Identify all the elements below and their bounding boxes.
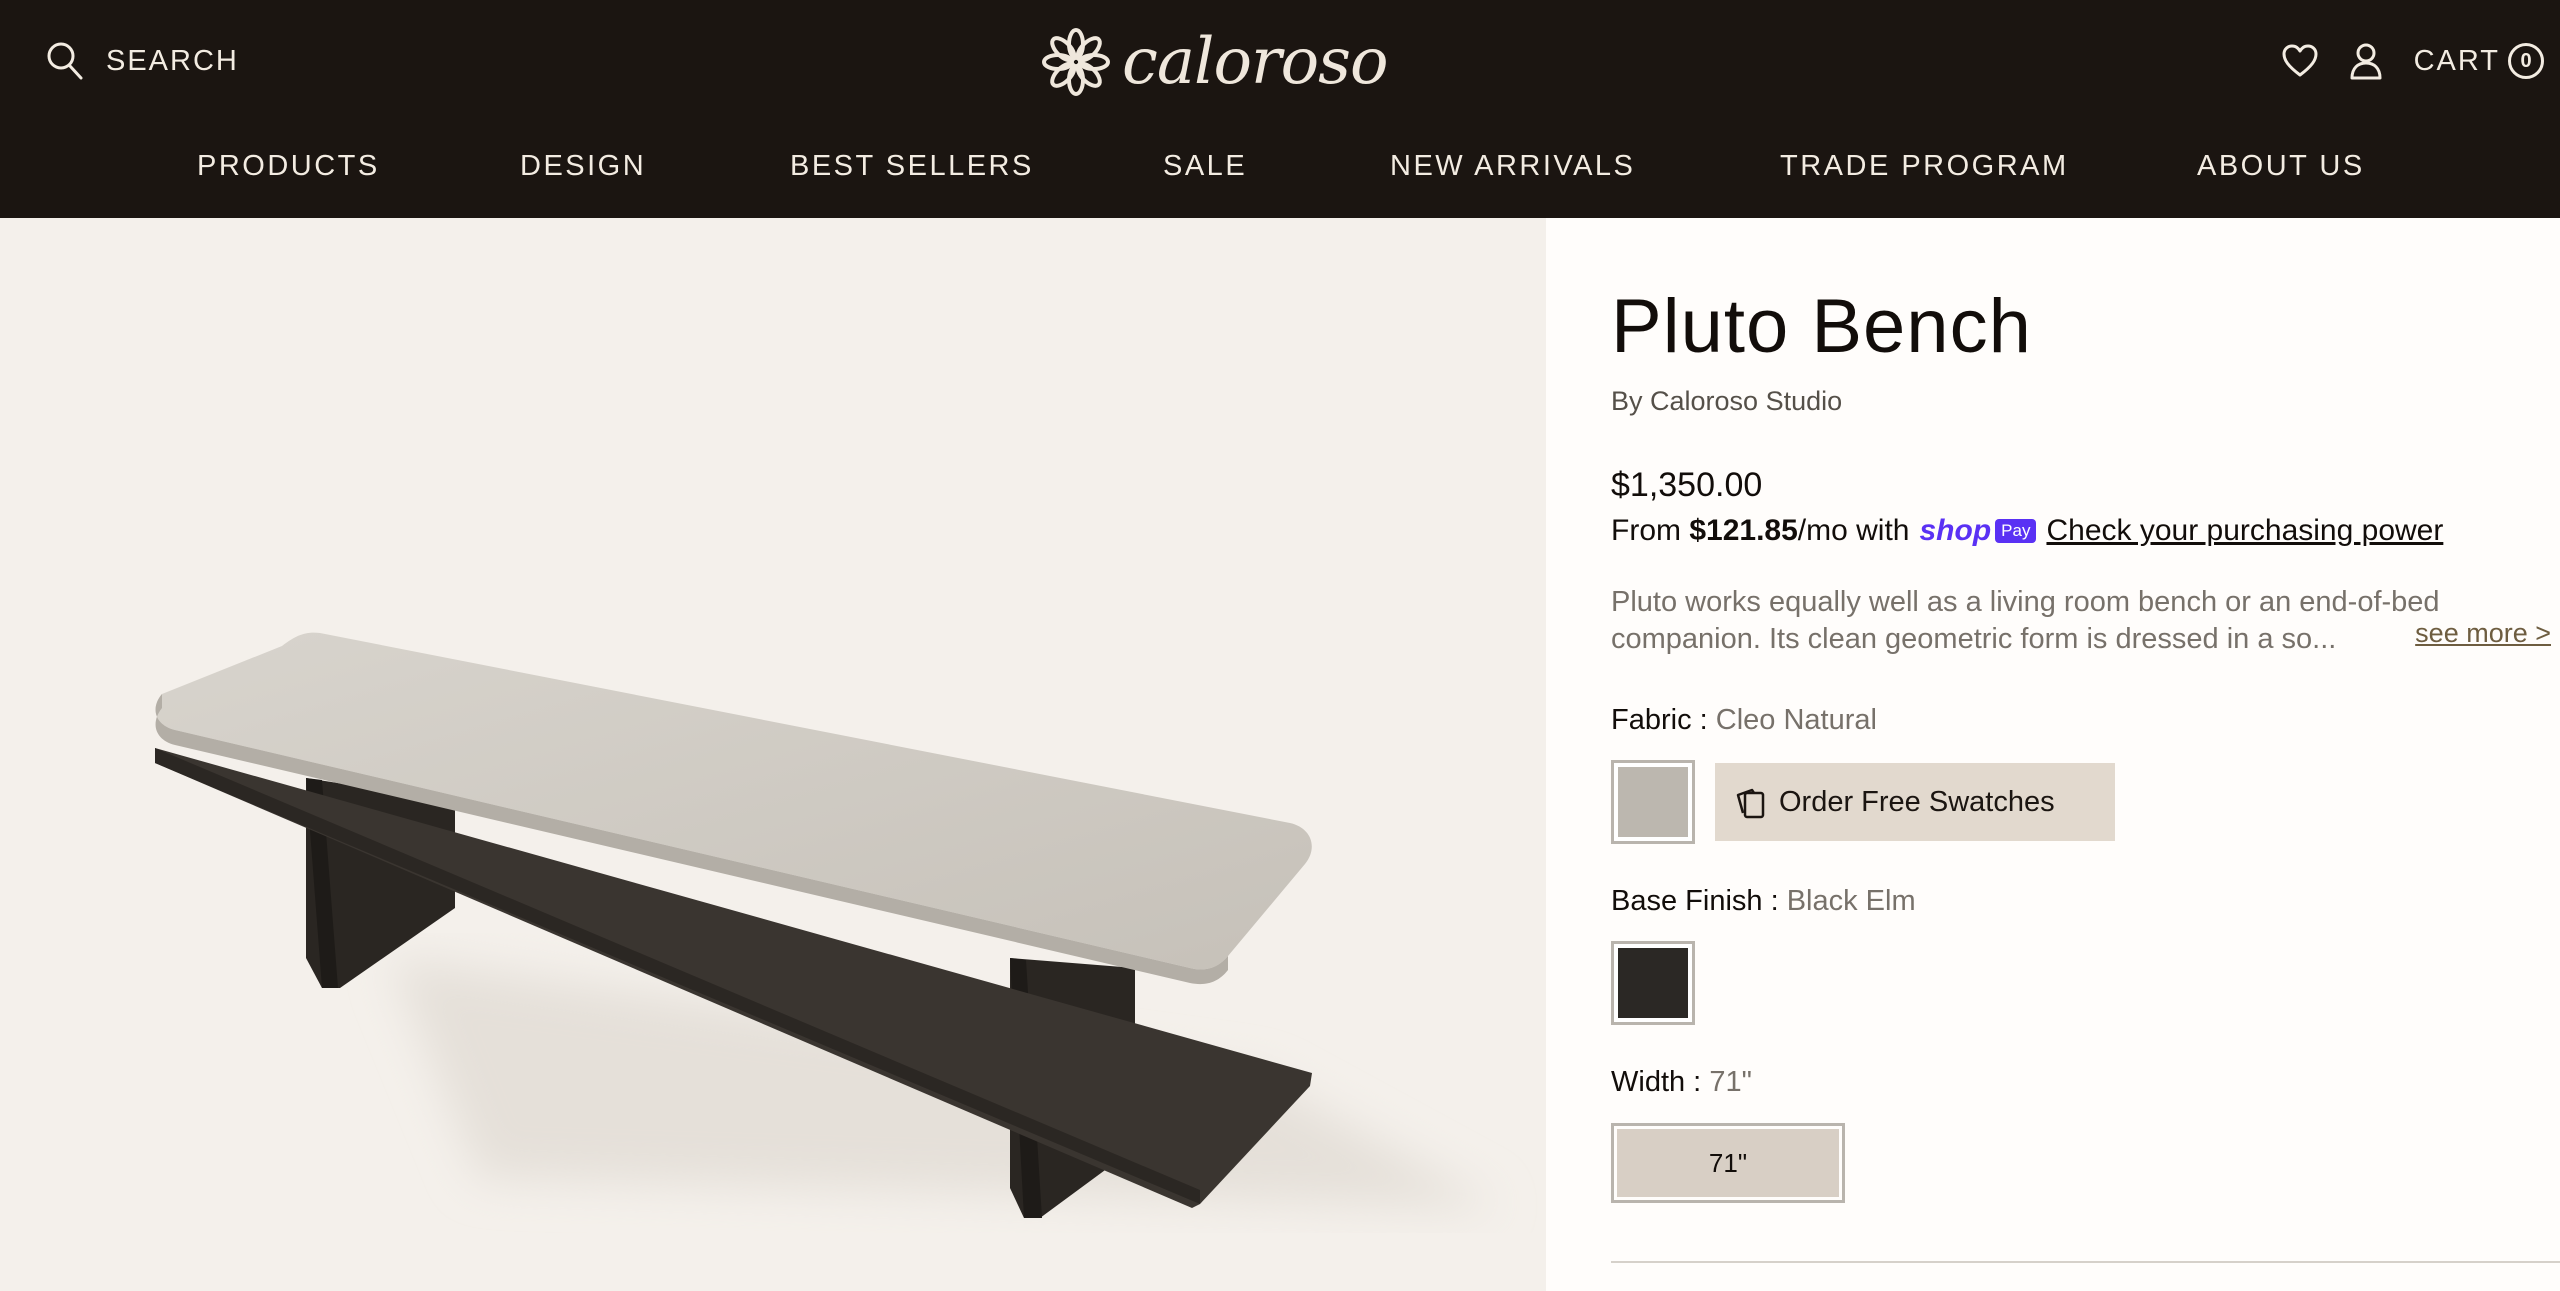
fabric-option-label: Fabric : Cleo Natural	[1611, 704, 1877, 737]
header-actions: CART 0	[2282, 38, 2544, 84]
nav-item-best-sellers[interactable]: BEST SELLERS	[790, 150, 1034, 183]
installment-prefix: From	[1611, 514, 1681, 547]
fabric-label: Fabric :	[1611, 704, 1708, 736]
flower-logo-icon	[1042, 28, 1110, 96]
width-label: Width :	[1611, 1066, 1702, 1098]
product-byline: By Caloroso Studio	[1611, 386, 1843, 416]
check-purchasing-power-link[interactable]: Check your purchasing power	[2046, 514, 2443, 548]
installment-suffix: /mo with	[1797, 514, 1910, 547]
base-finish-swatch-black-elm[interactable]	[1611, 941, 1695, 1025]
section-divider	[1611, 1261, 2560, 1263]
nav-item-design[interactable]: DESIGN	[520, 150, 646, 183]
width-option-71-label: 71"	[1617, 1129, 1839, 1197]
product-price: $1,350.00	[1611, 466, 1763, 504]
logo-wordmark: caloroso	[1122, 25, 1388, 99]
swatch-cards-icon	[1736, 788, 1765, 819]
installment-info: From $121.85/mo with shop Pay Check your…	[1611, 514, 2443, 548]
cart-label: CART	[2413, 44, 2500, 77]
shop-pay-pay-badge: Pay	[1995, 519, 2037, 543]
search-icon	[47, 42, 83, 80]
base-finish-value: Black Elm	[1786, 885, 1916, 917]
site-header: SEARCH caloroso CART 0 PRODUCTS DESIGN B…	[0, 0, 2560, 218]
nav-item-products[interactable]: PRODUCTS	[197, 150, 380, 183]
shop-pay-logo: shop Pay	[1920, 514, 2037, 548]
product-details: Pluto Bench By Caloroso Studio $1,350.00…	[1546, 218, 2560, 1291]
nav-item-trade-program[interactable]: TRADE PROGRAM	[1780, 150, 2069, 183]
search-label: SEARCH	[106, 44, 239, 77]
installment-amount: $121.85	[1689, 514, 1798, 547]
cart-button[interactable]: CART 0	[2414, 43, 2544, 79]
fabric-swatch-cleo-natural[interactable]	[1611, 760, 1695, 844]
width-option-71-button[interactable]: 71"	[1611, 1123, 1845, 1203]
search-button[interactable]: SEARCH	[46, 38, 239, 84]
shop-pay-shop-text: shop	[1919, 514, 1992, 547]
product-description-text: Pluto works equally well as a living roo…	[1611, 586, 2440, 655]
fabric-swatch-color	[1618, 767, 1688, 837]
see-more-link[interactable]: see more >	[2411, 615, 2551, 652]
product-image	[155, 632, 1500, 1218]
base-finish-swatch-color	[1618, 948, 1688, 1018]
cart-count-badge: 0	[2508, 43, 2544, 79]
nav-item-sale[interactable]: SALE	[1163, 150, 1247, 183]
product-title: Pluto Bench	[1611, 284, 2032, 369]
wishlist-heart-icon[interactable]	[2282, 44, 2318, 78]
main-nav: PRODUCTS DESIGN BEST SELLERS SALE NEW AR…	[0, 150, 2560, 200]
site-logo[interactable]: caloroso	[1040, 24, 1430, 100]
product-description: Pluto works equally well as a living roo…	[1611, 584, 2551, 658]
base-finish-option-label: Base Finish : Black Elm	[1611, 885, 1916, 918]
width-option-label: Width : 71"	[1611, 1066, 1752, 1099]
width-value: 71"	[1709, 1066, 1752, 1098]
order-free-swatches-button[interactable]: Order Free Swatches	[1715, 763, 2115, 841]
account-icon[interactable]	[2348, 42, 2384, 80]
fabric-value: Cleo Natural	[1715, 704, 1877, 736]
product-image-gallery[interactable]	[0, 218, 1546, 1291]
base-finish-label: Base Finish :	[1611, 885, 1779, 917]
nav-item-about-us[interactable]: ABOUT US	[2197, 150, 2365, 183]
order-free-swatches-label: Order Free Swatches	[1779, 785, 2055, 818]
nav-item-new-arrivals[interactable]: NEW ARRIVALS	[1390, 150, 1635, 183]
